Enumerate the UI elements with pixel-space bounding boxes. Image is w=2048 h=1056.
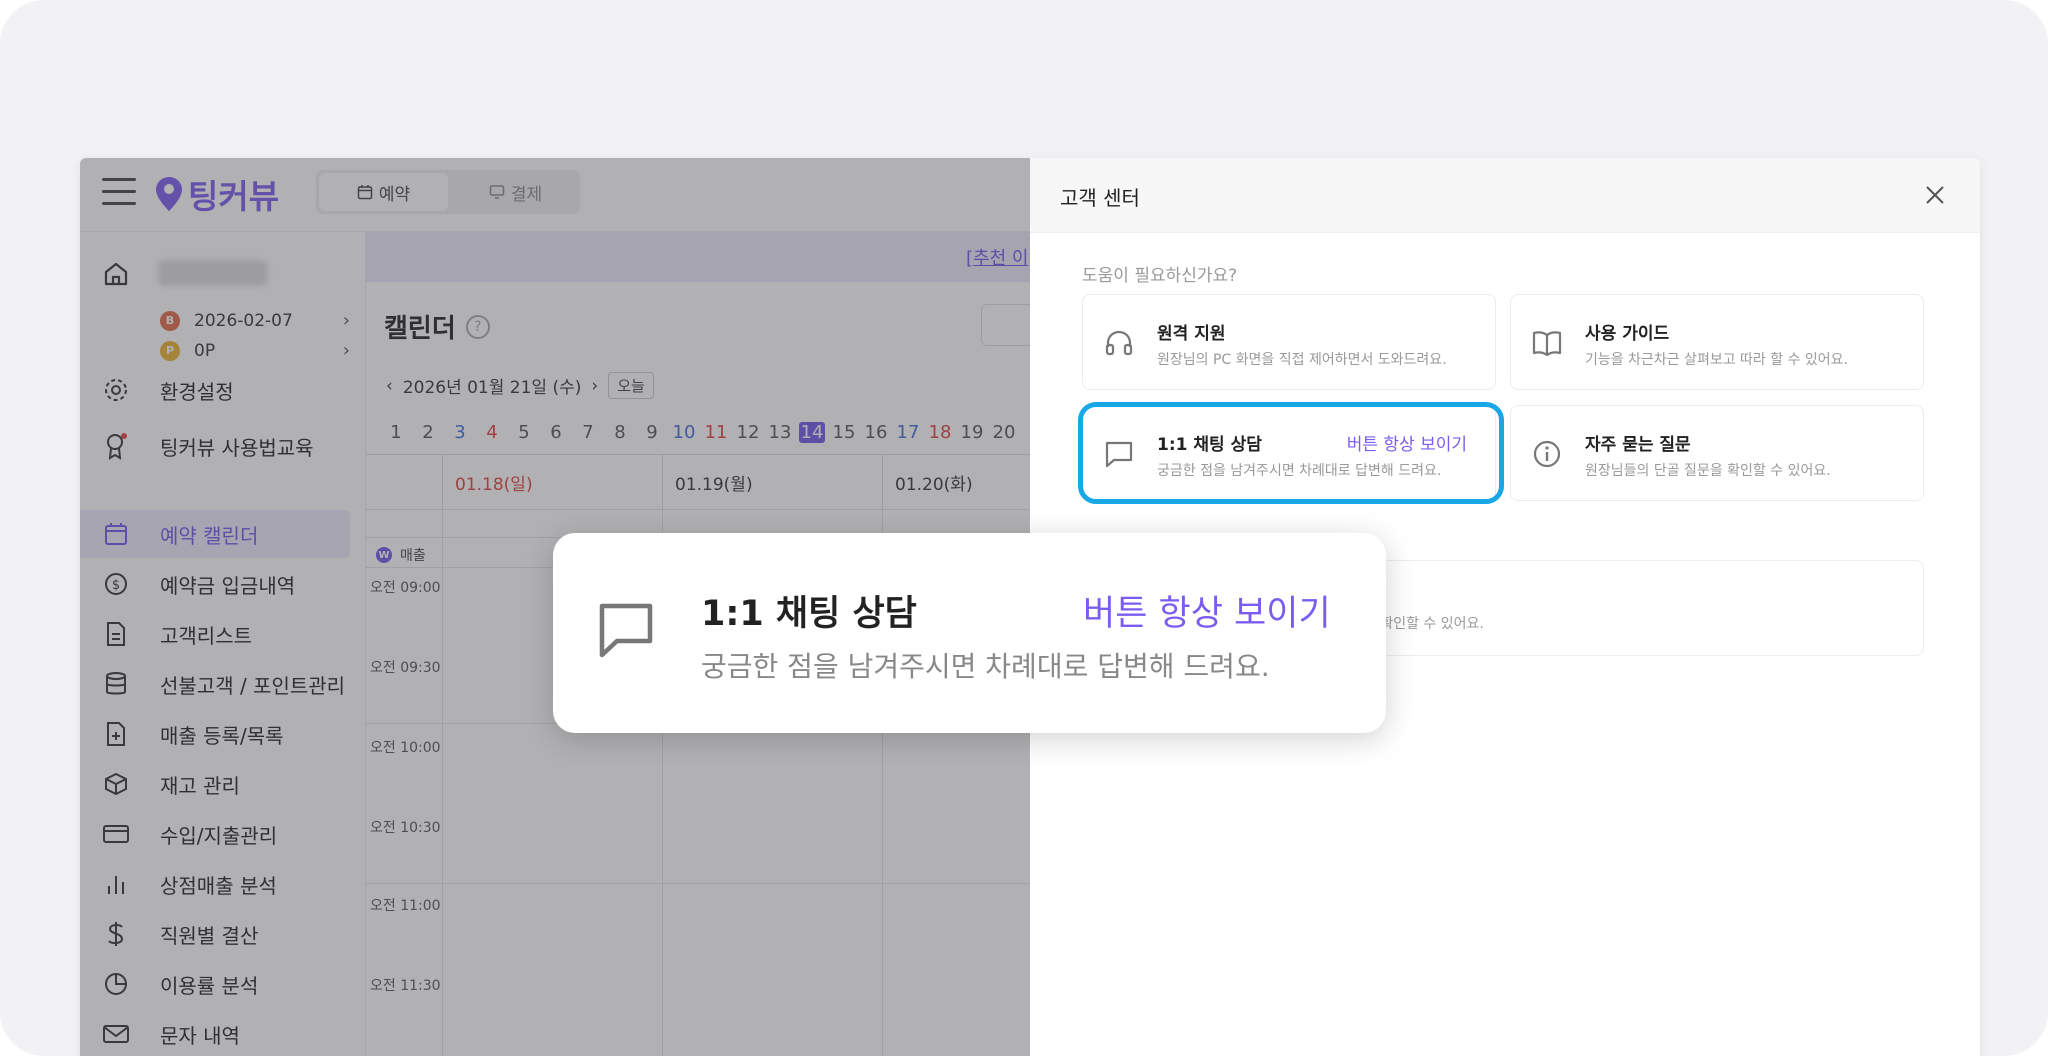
card-title: 자주 묻는 질문 [1585,435,1691,455]
card-title: 원격 지원 [1157,324,1226,344]
chat-icon [599,603,653,658]
zoomed-chat-callout[interactable]: 1:1 채팅 상담 버튼 항상 보이기 궁금한 점을 남겨주시면 차례대로 답변… [553,533,1386,733]
close-icon[interactable] [1922,182,1948,208]
help-question: 도움이 필요하신가요? [1082,266,1238,286]
callout-title: 1:1 채팅 상담 [701,594,917,634]
callout-link[interactable]: 버튼 항상 보이기 [1083,585,1331,636]
card-title: 사용 가이드 [1585,324,1670,344]
highlight-ring [1078,402,1504,504]
card-desc: 원장님의 PC 화면을 직접 제어하면서 도와드려요. [1157,352,1447,368]
faq-card[interactable]: 자주 묻는 질문 원장님들의 단골 질문을 확인할 수 있어요. [1510,405,1924,501]
headphones-icon [1105,330,1133,356]
screenshot-frame: 팅커뷰 예약 결제 B 2026-02-07 › P 0P › 환경설정 팅커뷰… [0,0,2048,1056]
panel-header: 고객 센터 [1030,158,1980,233]
book-icon [1532,331,1562,357]
panel-title: 고객 센터 [1060,186,1140,210]
user-guide-card[interactable]: 사용 가이드 기능을 차근차근 살펴보고 따라 할 수 있어요. [1510,294,1924,390]
remote-support-card[interactable]: 원격 지원 원장님의 PC 화면을 직접 제어하면서 도와드려요. [1082,294,1496,390]
card-desc: 원장님들의 단골 질문을 확인할 수 있어요. [1585,463,1831,479]
card-desc: 기능을 차근차근 살펴보고 따라 할 수 있어요. [1585,352,1848,368]
info-icon [1533,440,1561,468]
callout-desc: 궁금한 점을 남겨주시면 차례대로 답변해 드려요. [701,650,1270,683]
